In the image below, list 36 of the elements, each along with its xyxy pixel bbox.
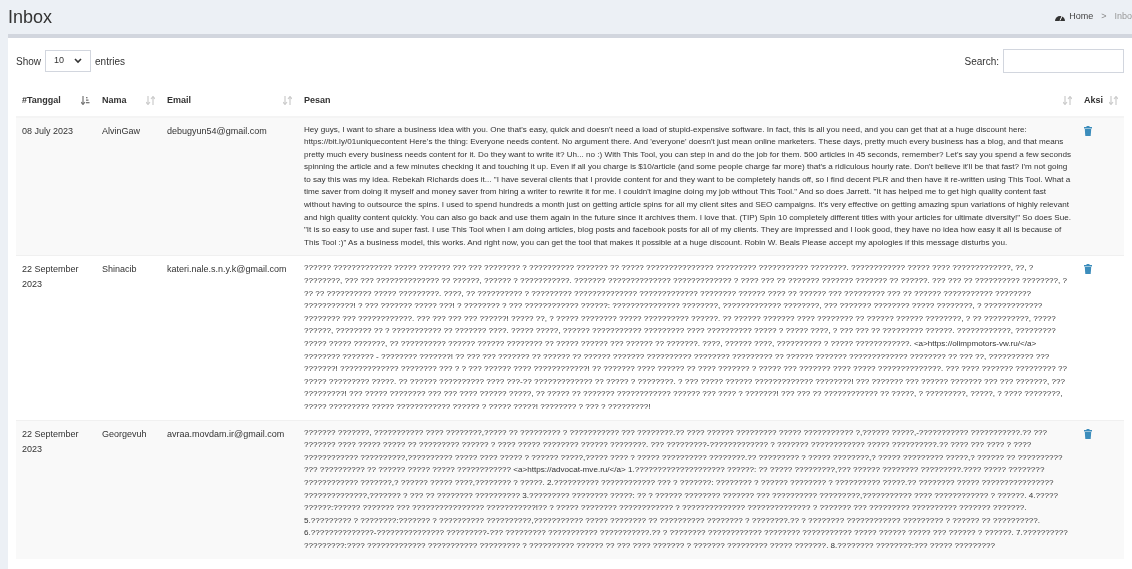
email-cell: debugyun54@gmail.com [161,116,298,256]
message-cell: ??????? ???????, ??????????? ???? ????????,????? ?? ????????? ? ??????????? ??? ????????.?? ???? ?????? ????????? ????? ??????????? ?,?????? ?????,-??????????? ???????????.?? ??? ??????? ???? ????? ????? ?? ????????? ?????? ? ???? ????? ???????? ?????? ????????. ??? ?????????-????????????? ? ??????? ???????????? ????? ??????????.?? ???? ??? ???? ? ???? ???????????? ??????????,?????????? ????? ???? ????? ? ?????? ?????,????? ???? ? ????? ?????????? ????????.?? ????????? ? ????? ????????,? ????? ????????? ?????,? ?????? ?? ?????????? ??? ?????????? ?? ?????? ????? ????? ???????????? <a>https://advocat-mve.ru/</a> 1.???????????????????? ??????: ?? ????? ?????????,??? ?????? ???????? ?????????.???? ????? ???????? ???????????? ???????,? ?????? ????? ????,???????? ? ?????. 2.?????????? ???????????? ??? ? ???????: ???????? ? ?????? ???????? ? ?????????? ?????.?? ???????? ????? ???????????????? ??????????????,??????? ? ??? ?? ???????? ?????????? 3.????????? ???????? ?????: ?? ? ?????? ???????? ??????? ??? ?????????? ?????????,??????????? ???? ???????????? ? ??????. 4.????? ??????:?????? ??????? ??? ???????????????? ???????????!?? ? ????? ???????? ???????????? ? ?????????????? ?????????????? ? ??????? ??? ????????? ?????????? ??????? ???????. 5.????????? ? ????????:??????? ? ?????????? ??????????,??????????? ????? ???????? ?? ?????????? ???????? ? ????????.?? ? ???????? ???????????? ????????? ? ?????? ?? ??????????. 6.??????????????-??????????????? ?????????-??? ????????? ??????????? ???????????.?? ? ???????? ???????????? ???????? ??????????? ????? ?????? ????? ??? ?????? ? ??????. 7.?????????? ?????????:???? ????????????? ??????????? ????????? ? ?????????? ?????? ?? ??? ???? ??????? ? ??????? ????????? ????? ???????. 8.???????? ????????:??? ????? ????????? [298,420,1078,559]
search-label: Search: [964,54,999,69]
trash-icon[interactable] [1084,264,1092,275]
chevron-down-icon [74,58,82,64]
sort-icon[interactable] [1063,96,1072,106]
message-cell: Hey guys, I want to share a business idea with you. One that's easy, quick and doesn't need a load of stupid-expensive software. In fact, this is all you need, and you can get that at a huge discount here: https://bit.ly/01uniquecontent Here's the thing: Everyone needs content. No argument there. And 'everyone' doesn't just mean online marketers. These days, pretty much every business has a blog, and that means pretty much every business needs content for it. Do they want to write it? Uh... no :) With This Tool, you can step in and do the job for them. 500 articles in 45 seconds, remember? Let's say you spend a few seconds spinning the article and a few minutes checking it and touching it up. Even if all you charge is $10/article (and some people charge far more) that's a ridiculous hourly rate. Don't believe it'll be that fast? I'm not going to say this was my idea. Rebekah Richards does it... "I have several clients that I provide content for and they want to be completely hands off, so I find decent PLR and then have it re-written using This Tool. What a time saver from doing it myself and money saver from hiring a writer to rewrite it for me. I couldn't imagine doing my job without This Tool." And so does Jarrett. "It has helped me to get high quality content fast without having to outsource the spins. I used to spend hundreds a month just on getting article spins for all my client sites and SEO campaigns. It's very effective on getting amazing spun variations of highly relevant and high quality content quickly. You can also go back and use them again in the future since it archives them. I love that. (TIP) Spin 10 completely different titles with your articles for ultimate diversity!" So does Sue. "It is so easy to use and super fast. I use This Tool when I am doing articles, blog posts and facebook posts for all of my clients. They are impressed and I look good, they have no idea how easy it all is because of This Tool :)" As a business model, this works. And right now, you can get the tool that makes it possible at a huge discount. Robin W. Beals Please accept my apologies if this message disturbs you. [298,116,1078,256]
page-title: Inbox [8,8,53,26]
sort-icon[interactable] [146,96,155,106]
date-cell: 08 July 2023 [16,116,96,256]
column-header[interactable]: Pesan [304,94,331,108]
breadcrumb-current: Inbo [1114,10,1132,24]
message-cell: ?????? ????????????? ????? ??????? ??? ??? ???????? ? ?????????? ??????? ?? ????? ??????????????? ????????? ??????????? ????????. ???????????? ????? ???? ?????????????, ??, ? ????????, ??? ??? ?????????????? ?? ??????, ?????? ? ???????????. ??????? ?????????????? ????????????? ? ???? ??? ?? ??????? ??????? ??????? ?? ??????. ??? ??? ?? ?????????? ????????, ? ?? ?? ?????????? ????? ?????????. ????, ?? ?????????? ? ????????? ?????????????? ????????????? ???????? ?????? ???? ?? ?????? ??? ????????? ??? ?? ?????? ??????????? ???????? ???????????! ? ??? ??????? ????? ???! ? ???????? ? ??? ???????????? ??????: ??????????????? ????????, ????????????? ????????, ??? ??????? ???????? ????? ????????, ? ????????????? ???????? ??? ????????????. ??? ??? ??? ??? ??????! ????? ??, ? ????? ???????? ????? ?????????? ??????. ?? ?????? ??????? ???? ???????? ?? ?????? ?????? ????????, ? ?? ??????????, ????? ??????, ???????? ?? ? ??????????? ?? ??????? ????. ????? ?????, ?????? ??????????? ????????? ???? ?????????? ????? ? ????? ????, ? ??? ??? ?? ????????? ??????. ????????????, ????????? ????? ????? ???????, ?? ?????????? ?????? ?????? ???????? ?? ????? ?????? ??? ?????? ?? ???????. ????, ?????? ????, ?????????? ? ????? ????????????. <a>https://olimpmotors-vw.ru/</a> ???????? ??????? - ???????? ???????! ?? ??? ??? ??????? ?? ?????? ?? ?????? ??????? ?????????? ???????? ????????? ?? ?????? ??????? ????????????? ???????? ?? ??? ??, ?????????? ??? ???????! ????????????? ???????? ??? ? ? ??? ?????? ???? ????????????! ?? ??????? ???? ?????? ?? ???? ??????? ? ????? ??? ??????? ???? ????? ??????????????. ??? ???? ??????? ????????? ?? ????? ????????? ?????. ?? ?????? ?????????? ???? ???-?? ????????????? ?? ????? ? ????????. ? ??? ????? ?????? ????????????? ????????! ??? ??????? ??? ?????? ??????? ??? ??? ???????, ??? ?????????! ??? ????? ???????? ??? ??? ???? ?????? ?????, ?? ????? ?? ??????? ???????????? ?????? ??? ???? ? ???????! ??? ??? ?? ???????????? ?? ?????, ? ?????????, ?????, ? ???? ????????, ????? ????????? ????? ???????????? ?????? ? ????? ?????! ???????? ? ??? ? ?????????! [298,255,1078,421]
column-header[interactable]: Aksi [1084,94,1103,108]
email-cell: avraa.movdam.ir@gmail.com [161,420,298,559]
date-cell: 22 September 2023 [16,420,96,559]
sort-icon[interactable] [1109,96,1118,106]
dashboard-icon [1055,13,1066,21]
column-header[interactable]: Email [167,94,191,108]
date-cell: 22 September 2023 [16,255,96,421]
name-cell: Shinacib [96,255,161,421]
name-cell: Georgevuh [96,420,161,559]
column-header[interactable]: Nama [102,94,127,108]
email-cell: kateri.nale.s.n.y.k@gmail.com [161,255,298,421]
name-cell: AlvinGaw [96,116,161,256]
trash-icon[interactable] [1084,125,1092,136]
sort-ascending-icon[interactable] [81,96,90,106]
sort-icon[interactable] [283,96,292,106]
entries-select[interactable]: 10 [45,50,91,72]
search-field[interactable] [1003,49,1124,73]
show-label: Show [16,54,41,69]
trash-icon[interactable] [1084,428,1092,439]
breadcrumb-link[interactable]: Home [1069,10,1094,24]
entries-label: entries [95,54,126,69]
breadcrumb-separator: > [1101,10,1107,24]
column-header[interactable]: #Tanggal [22,94,61,108]
